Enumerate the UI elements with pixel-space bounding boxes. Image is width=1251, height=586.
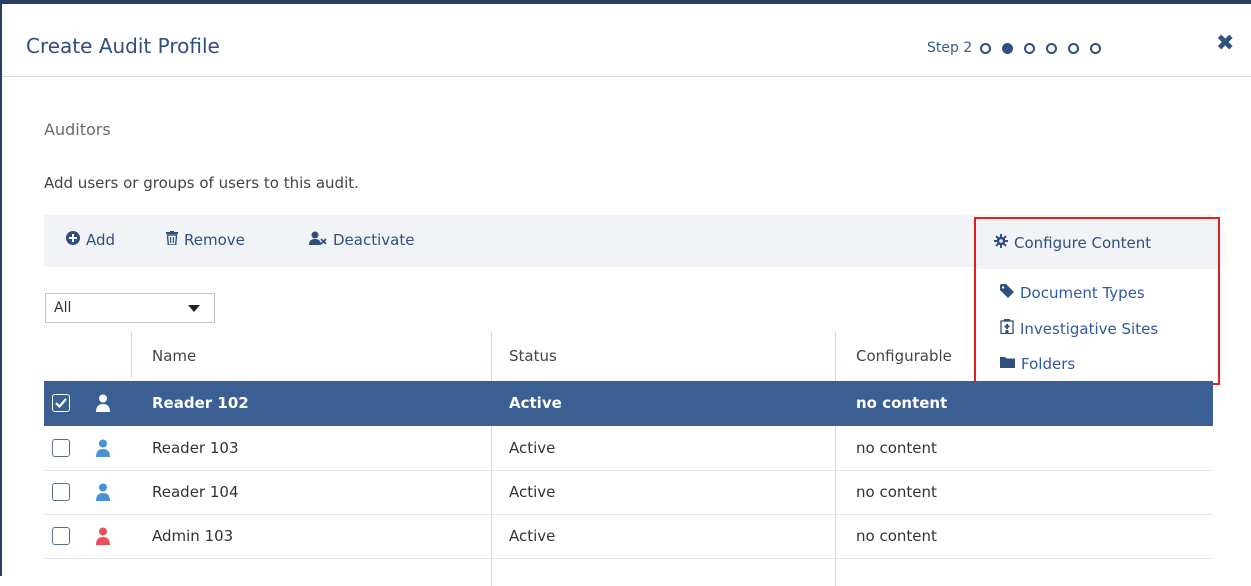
dialog-header: Create Audit Profile Step 2 ✖ xyxy=(2,4,1251,77)
add-button[interactable]: Add xyxy=(66,231,115,249)
deactivate-label: Deactivate xyxy=(333,231,415,249)
step-label: Step 2 xyxy=(927,40,973,56)
step-dot-6 xyxy=(1090,42,1102,54)
filter-value: All xyxy=(54,300,72,316)
table-row[interactable]: Reader 104 Active no content xyxy=(44,470,1213,515)
table-row[interactable]: Admin 103 Active no content xyxy=(44,514,1213,559)
trash-icon xyxy=(166,231,178,249)
section-title: Auditors xyxy=(44,120,111,139)
investigative-sites-label: Investigative Sites xyxy=(1020,319,1159,338)
configure-content-button[interactable]: Configure Content xyxy=(976,219,1218,269)
checkbox-checked[interactable] xyxy=(52,394,70,412)
checkbox[interactable] xyxy=(52,527,70,545)
folder-icon xyxy=(1000,356,1015,372)
step-dot-4 xyxy=(1046,42,1058,54)
step-dot-5 xyxy=(1068,42,1080,54)
plus-circle-icon xyxy=(66,231,80,249)
menu-item-investigative-sites[interactable]: Investigative Sites xyxy=(1000,319,1158,338)
column-header-name[interactable]: Name xyxy=(152,347,196,365)
chevron-down-icon xyxy=(188,305,200,312)
cell-name: Reader 102 xyxy=(152,394,249,412)
add-label: Add xyxy=(86,231,116,249)
column-header-configurable[interactable]: Configurable xyxy=(856,347,952,365)
cell-configurable-content: no content xyxy=(856,394,948,412)
step-dot-3 xyxy=(1024,42,1036,54)
table-row[interactable]: Reader 103 Active no content xyxy=(44,426,1213,471)
dialog-title: Create Audit Profile xyxy=(26,34,220,58)
cell-status: Active xyxy=(509,483,556,501)
deactivate-button[interactable]: Deactivate xyxy=(309,231,414,249)
cell-name: Admin 103 xyxy=(152,527,234,545)
step-indicator: Step 2 xyxy=(927,40,1112,56)
cell-configurable-content: no content xyxy=(856,439,937,457)
tag-icon xyxy=(1000,284,1014,302)
folders-label: Folders xyxy=(1021,355,1076,373)
checkbox[interactable] xyxy=(52,483,70,501)
remove-button[interactable]: Remove xyxy=(166,231,245,249)
column-header-status[interactable]: Status xyxy=(509,347,557,365)
user-remove-icon xyxy=(309,231,327,249)
cell-name: Reader 104 xyxy=(152,483,239,501)
cell-status: Active xyxy=(509,394,562,412)
user-icon xyxy=(96,483,110,501)
cell-configurable-content: no content xyxy=(856,483,937,501)
remove-label: Remove xyxy=(184,231,245,249)
user-icon xyxy=(96,394,110,412)
step-dot-1 xyxy=(980,42,992,54)
column-divider xyxy=(131,332,132,378)
close-icon[interactable]: ✖ xyxy=(1216,32,1234,56)
menu-item-document-types[interactable]: Document Types xyxy=(1000,284,1145,302)
status-filter-select[interactable]: All xyxy=(45,293,215,323)
checkbox[interactable] xyxy=(52,439,70,457)
cell-configurable-content: no content xyxy=(856,527,937,545)
configure-content-label: Configure Content xyxy=(1014,234,1152,252)
window-left-border xyxy=(0,0,2,576)
user-icon xyxy=(96,527,110,545)
gear-icon xyxy=(994,234,1008,252)
building-icon xyxy=(1000,319,1014,338)
cell-status: Active xyxy=(509,527,556,545)
section-description: Add users or groups of users to this aud… xyxy=(44,174,359,192)
cell-status: Active xyxy=(509,439,556,457)
configure-content-menu: Configure Content Document Types Investi… xyxy=(974,217,1220,385)
cell-name: Reader 103 xyxy=(152,439,239,457)
table-row[interactable]: Reader 102 Active no content xyxy=(44,381,1213,426)
menu-item-folders[interactable]: Folders xyxy=(1000,355,1075,373)
step-dot-2-current xyxy=(1002,42,1014,54)
document-types-label: Document Types xyxy=(1020,284,1145,302)
user-icon xyxy=(96,439,110,457)
